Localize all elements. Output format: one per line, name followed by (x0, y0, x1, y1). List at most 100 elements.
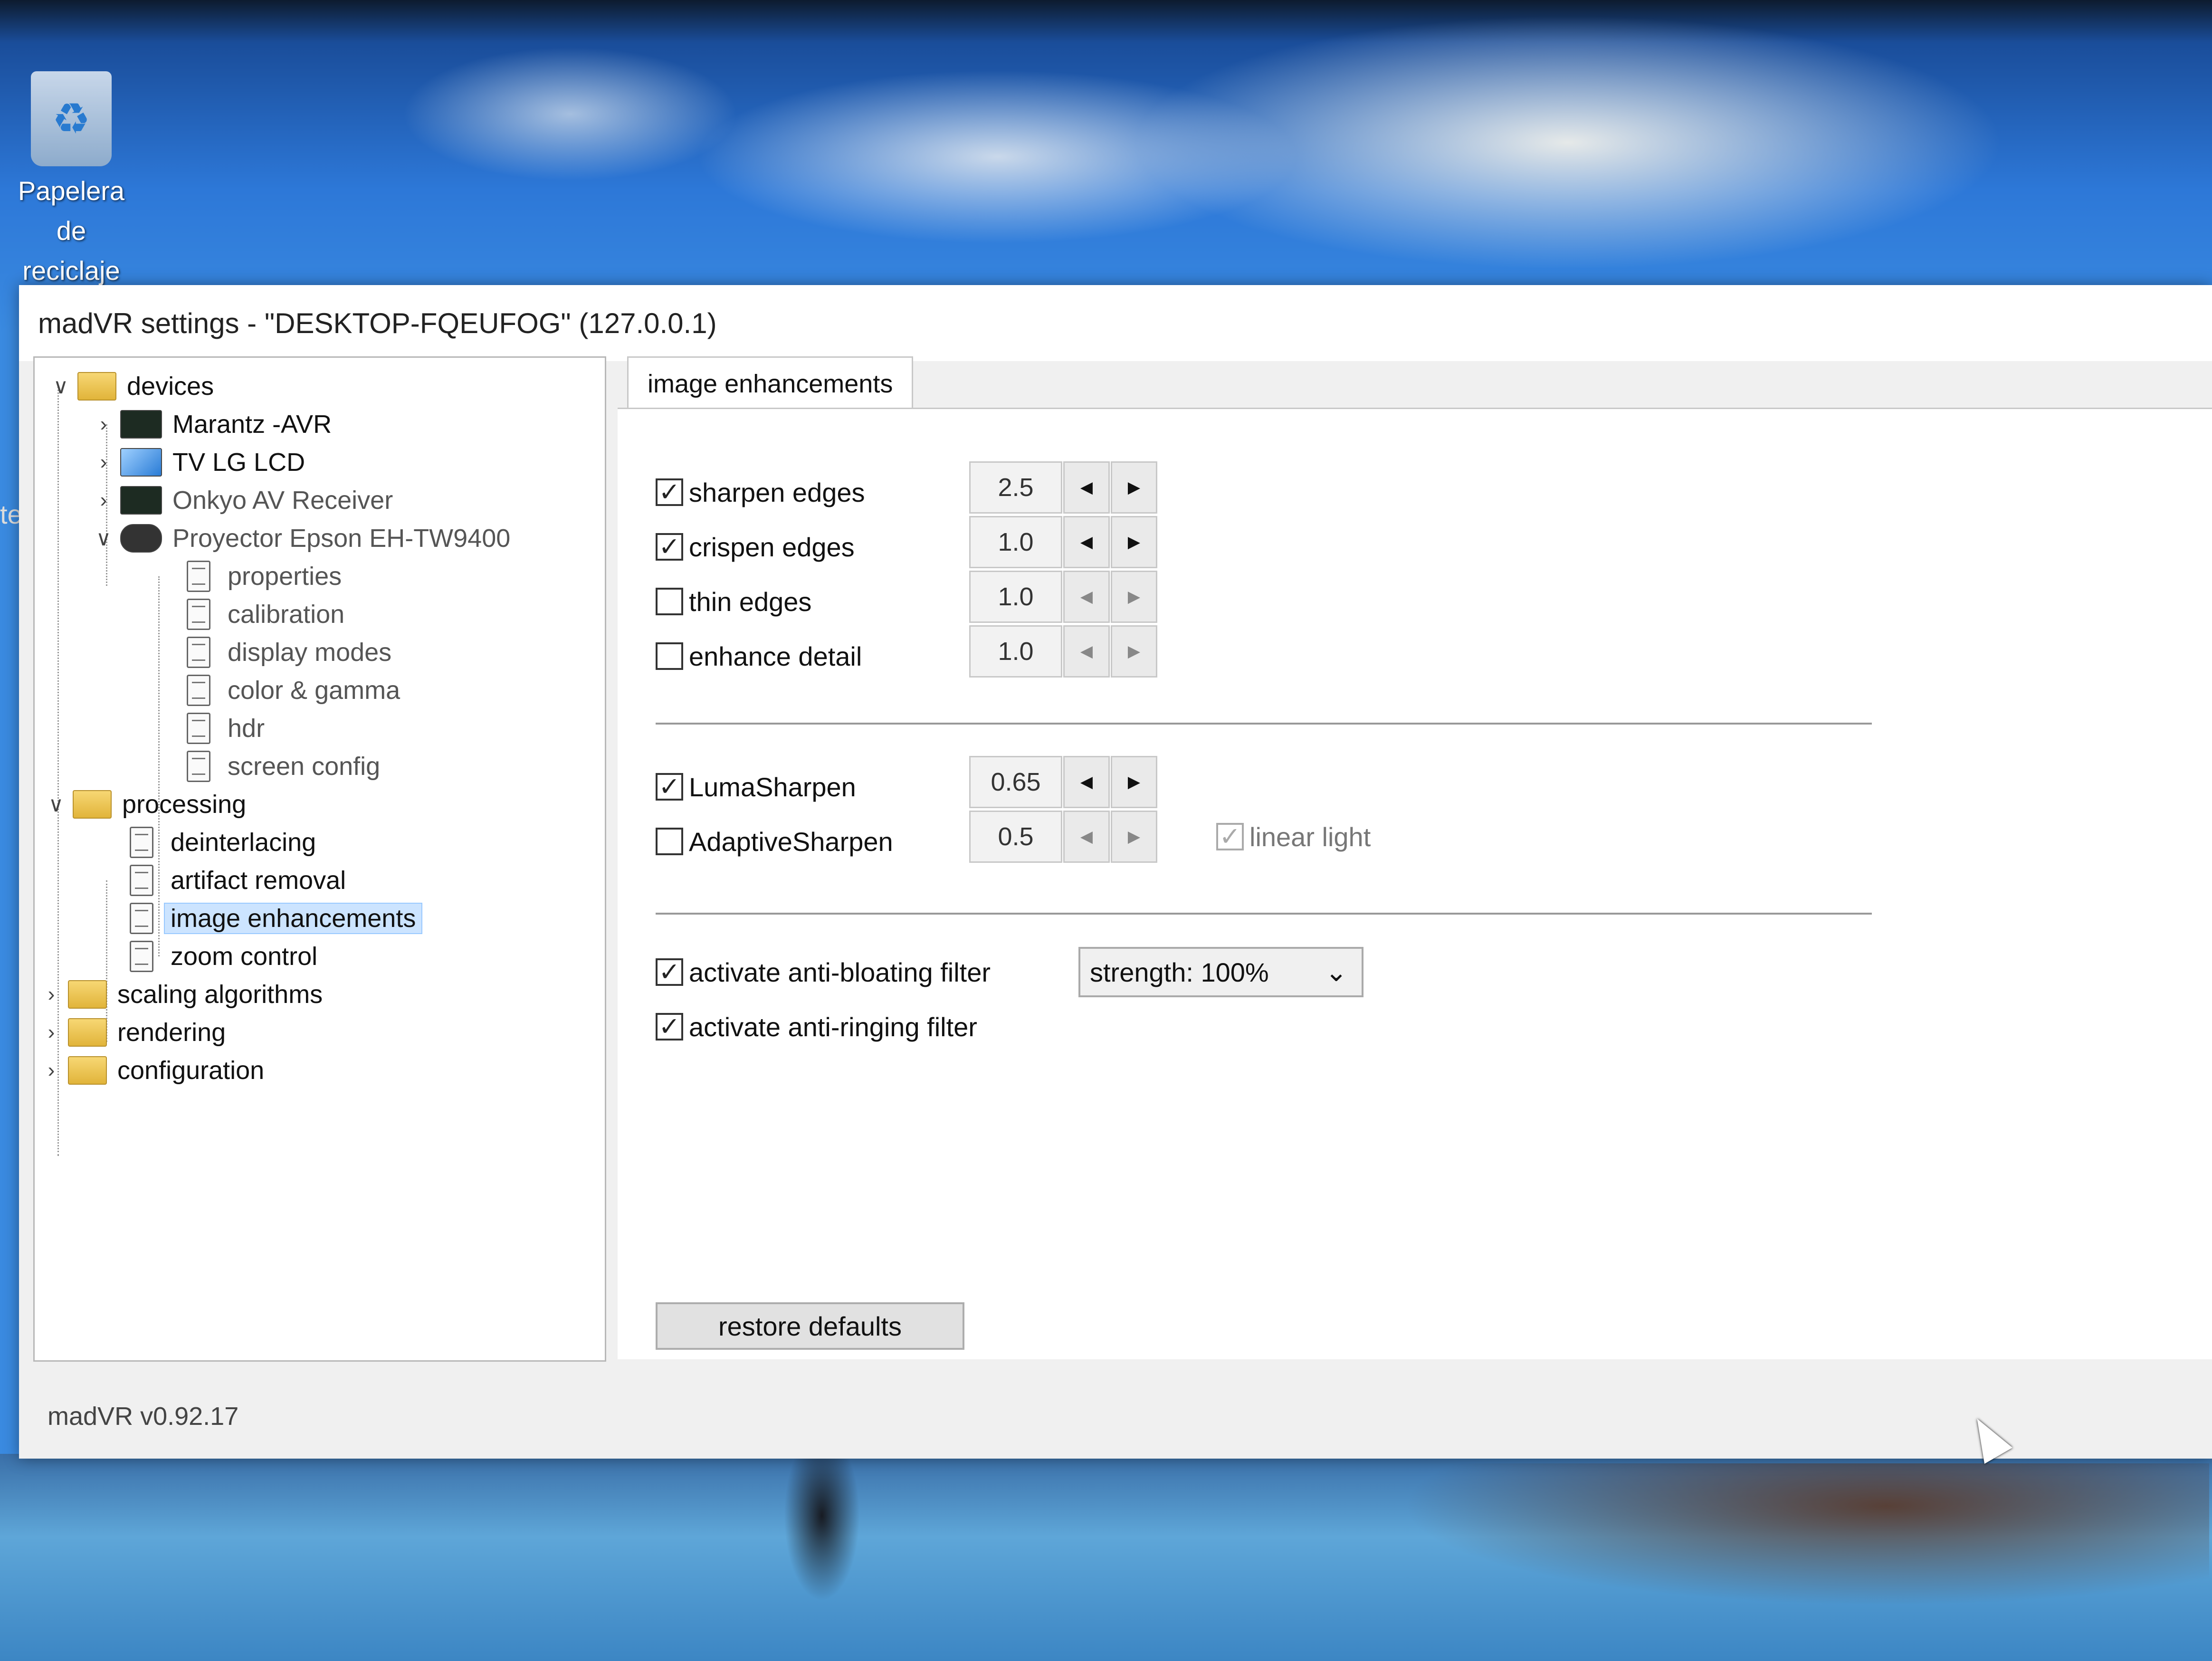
madvr-settings-window: madVR settings - "DESKTOP-FQEUFOG" (127.… (19, 285, 2212, 1459)
expand-chevron-icon[interactable]: ∨ (44, 374, 77, 399)
settings-page-icon (130, 827, 153, 858)
tree-item-label-selected: image enhancements (164, 903, 423, 934)
lumasharpen-row[interactable]: ✓ LumaSharpen (656, 761, 856, 813)
enhance-detail-checkbox[interactable] (656, 642, 683, 670)
enhance-detail-label: enhance detail (689, 641, 862, 671)
tree-item-label: artifact removal (171, 866, 346, 895)
anti-bloating-label: activate anti-bloating filter (689, 957, 991, 987)
enhance-detail-value[interactable]: 1.0 (969, 625, 1062, 678)
collapse-chevron-icon[interactable]: › (87, 450, 120, 474)
tree-item-processing[interactable]: ∨ processing (39, 785, 246, 823)
adaptivesharpen-label: AdaptiveSharpen (689, 826, 893, 857)
tree-item-marantz[interactable]: › Marantz -AVR (87, 405, 332, 443)
settings-page-icon (187, 599, 210, 630)
strength-select[interactable]: strength: 100% ⌄ (1078, 947, 1363, 997)
increment-arrow-icon[interactable]: ▶ (1111, 571, 1157, 623)
thin-edges-value[interactable]: 1.0 (969, 571, 1062, 623)
tree-item-screen-config[interactable]: screen config (187, 747, 380, 785)
image-enhancements-panel: ✓ sharpen edges 2.5 ◀ ▶ ✓ crispen edges … (618, 408, 2212, 1359)
increment-arrow-icon[interactable]: ▶ (1111, 461, 1157, 514)
increment-arrow-icon[interactable]: ▶ (1111, 756, 1157, 808)
tree-item-zoom-control[interactable]: zoom control (130, 937, 317, 975)
wallpaper-figure (784, 1459, 860, 1601)
enhance-detail-row[interactable]: enhance detail (656, 630, 862, 682)
sharpen-edges-checkbox[interactable]: ✓ (656, 478, 683, 506)
crispen-edges-spinner: 1.0 ◀ ▶ (969, 516, 1157, 568)
tree-item-configuration[interactable]: › configuration (35, 1051, 264, 1089)
settings-page-icon (130, 865, 153, 896)
crispen-edges-value[interactable]: 1.0 (969, 516, 1062, 568)
collapse-chevron-icon[interactable]: › (87, 412, 120, 436)
version-label: madVR v0.92.17 (48, 1402, 239, 1431)
restore-defaults-button[interactable]: restore defaults (656, 1302, 964, 1350)
decrement-arrow-icon[interactable]: ◀ (1063, 516, 1110, 568)
adaptivesharpen-checkbox[interactable] (656, 828, 683, 855)
tree-item-scaling-algorithms[interactable]: › scaling algorithms (35, 975, 323, 1013)
linear-light-row[interactable]: ✓ linear light (1216, 811, 1371, 863)
section-divider (656, 913, 1872, 915)
folder-icon (68, 1018, 107, 1047)
av-receiver-icon (120, 410, 162, 439)
anti-ringing-checkbox[interactable]: ✓ (656, 1013, 683, 1041)
anti-ringing-row[interactable]: ✓ activate anti-ringing filter (656, 1001, 977, 1053)
sharpen-edges-value[interactable]: 2.5 (969, 461, 1062, 514)
recycle-bin-icon: ♻ (31, 71, 112, 166)
increment-arrow-icon[interactable]: ▶ (1111, 516, 1157, 568)
collapse-chevron-icon[interactable]: › (35, 983, 68, 1006)
tree-item-color-gamma[interactable]: color & gamma (187, 671, 400, 709)
collapse-chevron-icon[interactable]: › (87, 488, 120, 512)
linear-light-label: linear light (1249, 821, 1371, 852)
tree-item-deinterlacing[interactable]: deinterlacing (130, 823, 316, 861)
settings-page-icon (130, 903, 153, 934)
decrement-arrow-icon[interactable]: ◀ (1063, 756, 1110, 808)
collapse-chevron-icon[interactable]: › (35, 1059, 68, 1082)
thin-edges-row[interactable]: thin edges (656, 575, 811, 628)
folder-icon (73, 790, 112, 819)
tree-item-artifact-removal[interactable]: artifact removal (130, 861, 346, 899)
decrement-arrow-icon[interactable]: ◀ (1063, 571, 1110, 623)
tree-item-calibration[interactable]: calibration (187, 595, 344, 633)
lumasharpen-label: LumaSharpen (689, 772, 856, 802)
settings-page-icon (187, 637, 210, 668)
lumasharpen-checkbox[interactable]: ✓ (656, 773, 683, 801)
tree-item-properties[interactable]: properties (187, 557, 342, 595)
tree-item-label: deinterlacing (171, 828, 316, 857)
collapse-chevron-icon[interactable]: › (35, 1021, 68, 1044)
tree-item-display-modes[interactable]: display modes (187, 633, 391, 671)
anti-bloating-row[interactable]: ✓ activate anti-bloating filter (656, 946, 991, 998)
settings-page-icon (187, 561, 210, 592)
crispen-edges-label: crispen edges (689, 532, 855, 562)
folder-icon (68, 1056, 107, 1085)
anti-bloating-checkbox[interactable]: ✓ (656, 958, 683, 986)
adaptivesharpen-value[interactable]: 0.5 (969, 811, 1062, 863)
tab-image-enhancements[interactable]: image enhancements (627, 356, 914, 410)
tree-item-onkyo[interactable]: › Onkyo AV Receiver (87, 481, 393, 519)
expand-chevron-icon[interactable]: ∨ (87, 526, 120, 551)
thin-edges-checkbox[interactable] (656, 588, 683, 615)
tree-item-projector[interactable]: ∨ Proyector Epson EH-TW9400 (87, 519, 510, 557)
tree-item-image-enhancements[interactable]: image enhancements (130, 899, 423, 937)
increment-arrow-icon[interactable]: ▶ (1111, 811, 1157, 863)
adaptivesharpen-row[interactable]: AdaptiveSharpen (656, 815, 893, 868)
tree-item-rendering[interactable]: › rendering (35, 1013, 226, 1051)
expand-chevron-icon[interactable]: ∨ (39, 792, 73, 817)
increment-arrow-icon[interactable]: ▶ (1111, 625, 1157, 678)
tree-item-devices[interactable]: ∨ devices (44, 367, 214, 405)
decrement-arrow-icon[interactable]: ◀ (1063, 811, 1110, 863)
sharpen-edges-row[interactable]: ✓ sharpen edges (656, 466, 865, 518)
crispen-edges-row[interactable]: ✓ crispen edges (656, 521, 855, 573)
lumasharpen-spinner: 0.65 ◀ ▶ (969, 756, 1157, 808)
tree-item-label: properties (228, 562, 342, 591)
decrement-arrow-icon[interactable]: ◀ (1063, 461, 1110, 514)
lumasharpen-value[interactable]: 0.65 (969, 756, 1062, 808)
adaptivesharpen-spinner: 0.5 ◀ ▶ (969, 811, 1157, 863)
tree-item-tv[interactable]: › TV LG LCD (87, 443, 305, 481)
settings-tree[interactable]: ∨ devices › Marantz -AVR › TV LG LCD › O… (33, 356, 606, 1362)
tree-item-label: processing (122, 790, 247, 819)
tree-item-hdr[interactable]: hdr (187, 709, 265, 747)
crispen-edges-checkbox[interactable]: ✓ (656, 533, 683, 561)
linear-light-checkbox[interactable]: ✓ (1216, 823, 1244, 850)
decrement-arrow-icon[interactable]: ◀ (1063, 625, 1110, 678)
recycle-bin-shortcut[interactable]: ♻ Papelera de reciclaje (0, 71, 143, 291)
section-divider (656, 723, 1872, 725)
